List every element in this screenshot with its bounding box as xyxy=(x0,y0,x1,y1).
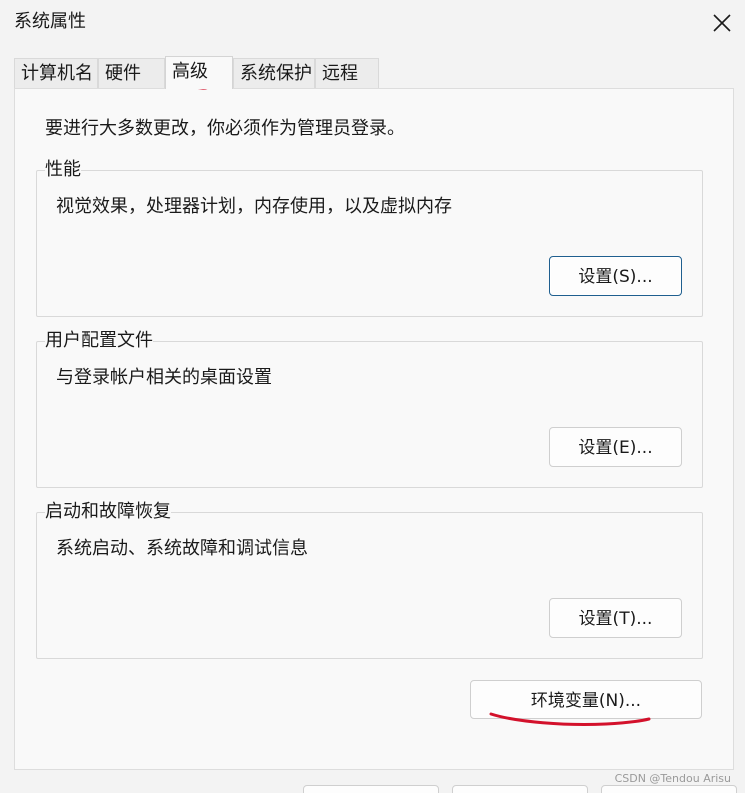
startup-recovery-description: 系统启动、系统故障和调试信息 xyxy=(56,538,308,559)
system-properties-dialog: 系统属性 计算机名 硬件 高级 系统保护 远程 要进行大多数更改，你必须作为管理… xyxy=(0,0,745,793)
startup-recovery-settings-button[interactable]: 设置(T)... xyxy=(549,598,682,638)
user-profiles-settings-button[interactable]: 设置(E)... xyxy=(549,427,682,467)
tab-remote[interactable]: 远程 xyxy=(315,58,379,88)
cancel-button[interactable] xyxy=(452,785,588,793)
performance-description: 视觉效果，处理器计划，内存使用，以及虚拟内存 xyxy=(56,196,452,217)
tab-system-protection[interactable]: 系统保护 xyxy=(233,58,315,88)
startup-recovery-group-title: 启动和故障恢复 xyxy=(45,500,171,524)
title-bar: 系统属性 xyxy=(0,0,745,46)
performance-group: 性能 视觉效果，处理器计划，内存使用，以及虚拟内存 设置(S)... xyxy=(36,158,703,317)
environment-variables-button[interactable]: 环境变量(N)... xyxy=(470,680,702,719)
user-profiles-group-title: 用户配置文件 xyxy=(45,329,153,353)
tab-computer-name[interactable]: 计算机名 xyxy=(14,58,98,88)
close-icon xyxy=(713,14,731,32)
admin-notice: 要进行大多数更改，你必须作为管理员登录。 xyxy=(45,118,405,139)
ok-button[interactable] xyxy=(303,785,439,793)
startup-recovery-group: 启动和故障恢复 系统启动、系统故障和调试信息 设置(T)... xyxy=(36,500,703,659)
advanced-tab-panel: 要进行大多数更改，你必须作为管理员登录。 性能 视觉效果，处理器计划，内存使用，… xyxy=(14,88,734,770)
performance-group-title: 性能 xyxy=(45,158,81,182)
tab-hardware[interactable]: 硬件 xyxy=(98,58,165,88)
performance-settings-button[interactable]: 设置(S)... xyxy=(549,256,682,296)
apply-button[interactable] xyxy=(601,785,737,793)
tab-advanced[interactable]: 高级 xyxy=(165,56,233,89)
user-profiles-description: 与登录帐户相关的桌面设置 xyxy=(56,367,272,388)
watermark: CSDN @Tendou Arisu xyxy=(614,772,731,785)
close-button[interactable] xyxy=(699,0,745,46)
window-title: 系统属性 xyxy=(14,11,86,32)
user-profiles-group: 用户配置文件 与登录帐户相关的桌面设置 设置(E)... xyxy=(36,329,703,488)
